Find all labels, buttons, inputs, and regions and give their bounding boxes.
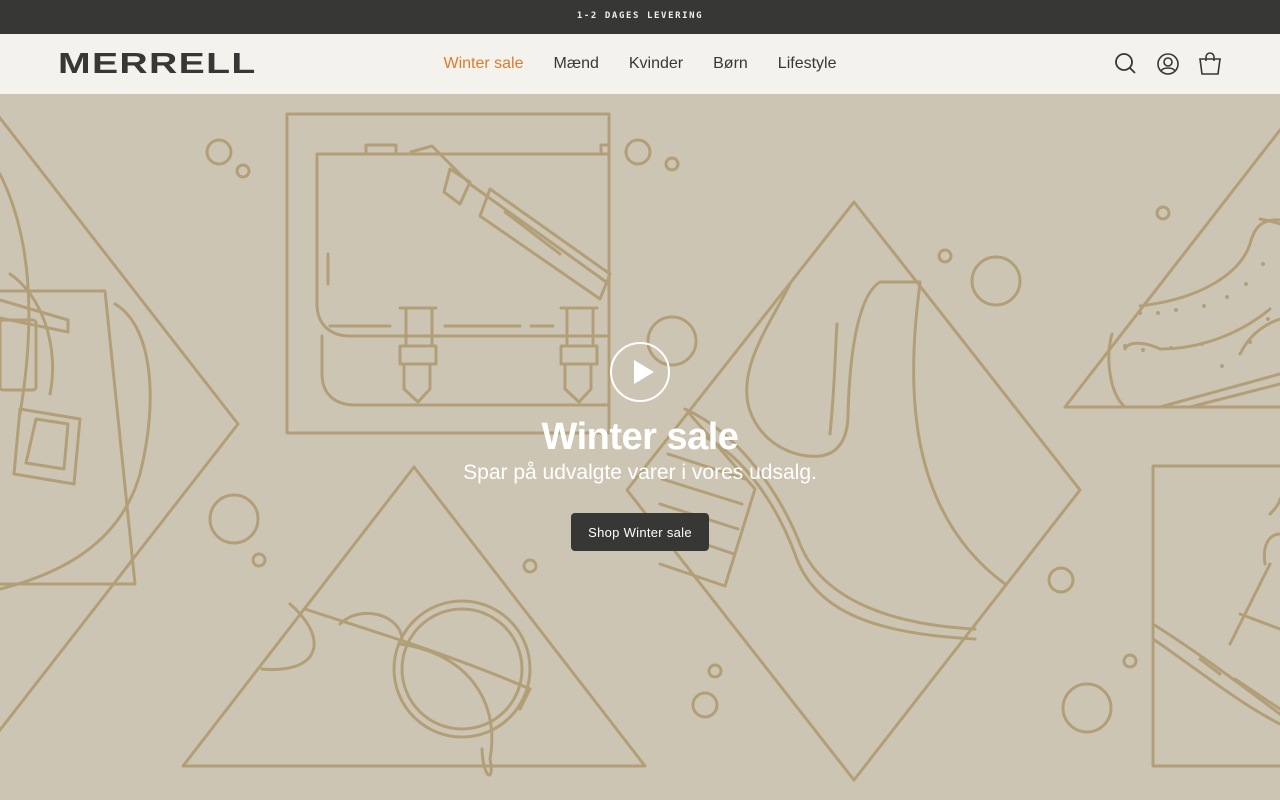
announcement-text: 1-2 DAGES LEVERING (576, 10, 704, 21)
nav-item-lifestyle[interactable]: Lifestyle (778, 55, 837, 73)
nav-item-winter-sale[interactable]: Winter sale (443, 55, 523, 73)
hero-banner: Winter sale Spar på udvalgte varer i vor… (0, 94, 1280, 800)
nav-item-maend[interactable]: Mænd (554, 55, 599, 73)
hero-title: Winter sale (541, 416, 739, 458)
merrell-logo[interactable]: MERRELL (58, 49, 257, 79)
header-icons (1114, 52, 1222, 76)
play-icon (634, 360, 654, 384)
shop-winter-sale-button[interactable]: Shop Winter sale (571, 513, 709, 551)
cart-icon[interactable] (1198, 52, 1222, 76)
nav-item-born[interactable]: Børn (713, 55, 748, 73)
play-video-button[interactable] (610, 342, 670, 402)
announcement-bar: 1-2 DAGES LEVERING (0, 0, 1280, 34)
hero-subtitle: Spar på udvalgte varer i vores udsalg. (463, 461, 817, 484)
search-icon[interactable] (1114, 52, 1138, 76)
site-header: MERRELL Winter sale Mænd Kvinder Børn Li… (0, 34, 1280, 94)
hero-content: Winter sale Spar på udvalgte varer i vor… (0, 94, 1280, 800)
account-icon[interactable] (1156, 52, 1180, 76)
nav-item-kvinder[interactable]: Kvinder (629, 55, 683, 73)
